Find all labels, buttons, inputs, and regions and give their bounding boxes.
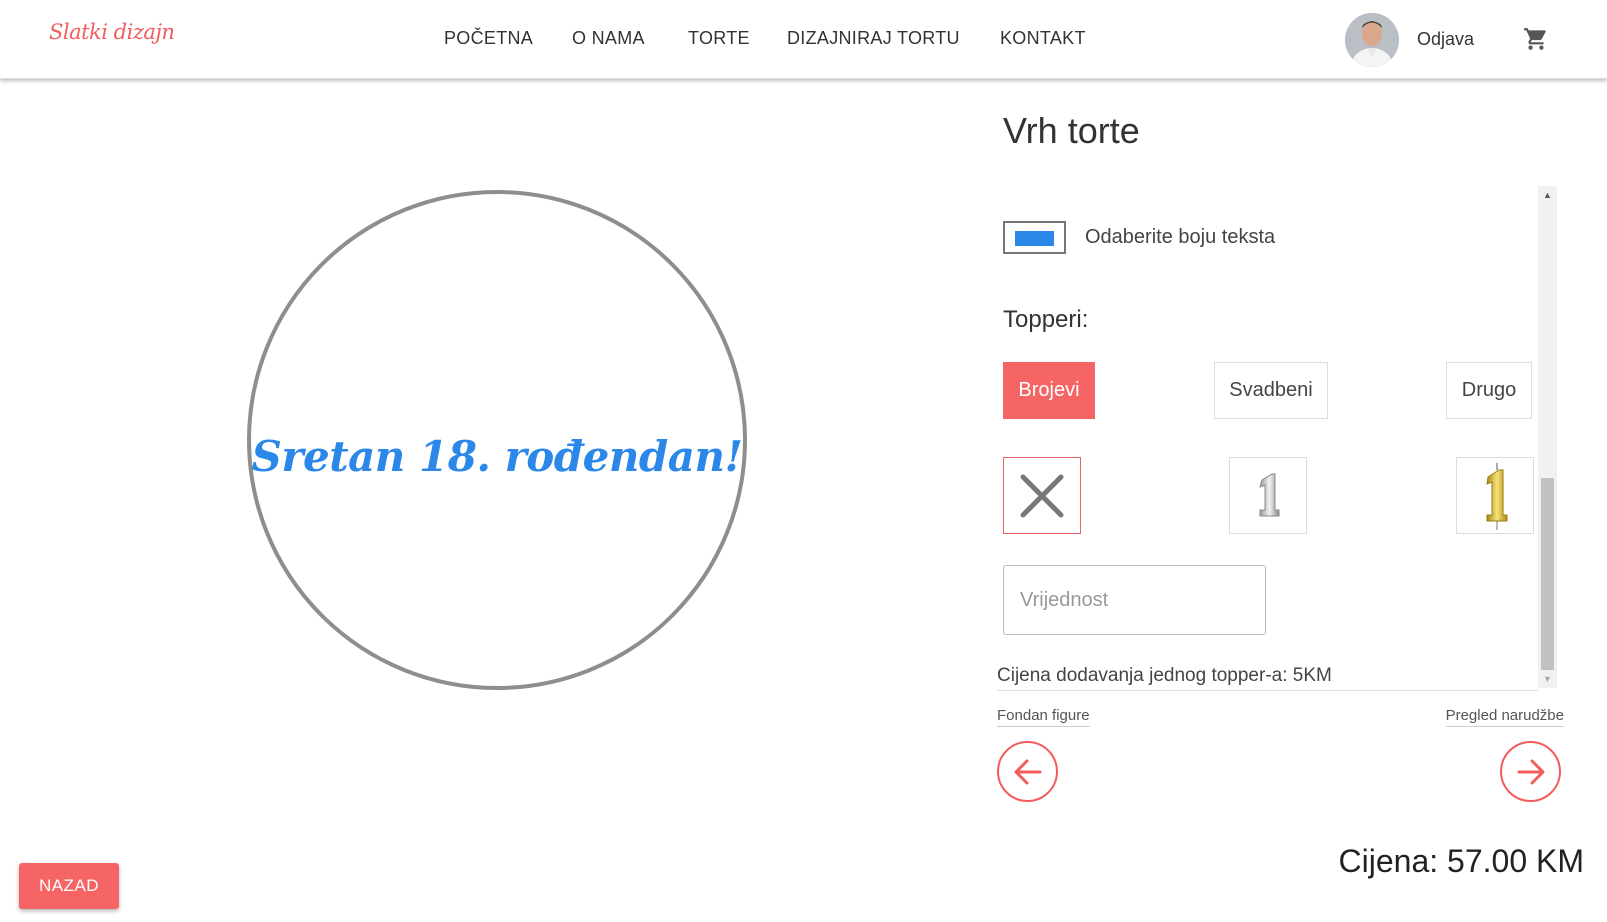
scrollbar-thumb[interactable] [1541,478,1554,670]
topper-none-option[interactable] [1003,457,1081,534]
cake-inscription: Sretan 18. rođendan! [251,432,743,481]
next-step-button[interactable] [1500,741,1561,802]
text-color-label: Odaberite boju teksta [1085,226,1276,248]
scroll-up-arrow-icon[interactable]: ▲ [1543,190,1552,200]
silver-number-1-topper-icon [1259,473,1280,516]
nav-item-o-nama[interactable]: O NAMA [572,28,645,49]
tab-svadbeni[interactable]: Svadbeni [1214,362,1328,419]
top-navbar: Slatki dizajn POČETNA O NAMA TORTE DIZAJ… [0,0,1607,79]
topper-value-input[interactable] [1003,565,1266,635]
nav-item-torte[interactable]: TORTE [688,28,750,49]
nav-item-kontakt[interactable]: KONTAKT [1000,28,1086,49]
tab-drugo[interactable]: Drugo [1446,362,1532,419]
text-color-picker[interactable] [1003,221,1066,254]
scroll-down-arrow-icon[interactable]: ▼ [1543,674,1552,684]
site-logo[interactable]: Slatki dizajn [49,20,175,44]
prev-step-link[interactable]: Fondan figure [997,707,1090,727]
toppers-label: Topperi: [1003,306,1089,333]
avatar[interactable] [1345,13,1399,67]
close-icon [1020,474,1064,517]
topper-price-note: Cijena dodavanja jednog topper-a: 5KM [997,665,1538,691]
arrow-left-icon [1014,759,1041,784]
tab-brojevi[interactable]: Brojevi [1003,362,1095,419]
topper-silver-1-option[interactable] [1229,457,1307,534]
user-avatar-icon [1345,13,1399,67]
next-step-link[interactable]: Pregled narudžbe [1445,707,1564,727]
shopping-cart-icon[interactable] [1523,26,1549,52]
gold-number-1-candle-icon [1486,462,1508,530]
nav-item-pocetna[interactable]: POČETNA [444,28,533,49]
nav-item-dizajniraj-tortu[interactable]: DIZAJNIRAJ TORTU [787,28,960,49]
prev-step-button[interactable] [997,741,1058,802]
arrow-right-icon [1517,759,1544,784]
total-price: Cijena: 57.00 KM [1338,843,1584,879]
topper-gold-1-option[interactable] [1456,457,1534,534]
color-swatch [1015,231,1054,246]
section-title: Vrh torte [1003,110,1140,151]
back-button[interactable]: NAZAD [19,863,119,909]
logout-link[interactable]: Odjava [1417,29,1474,50]
